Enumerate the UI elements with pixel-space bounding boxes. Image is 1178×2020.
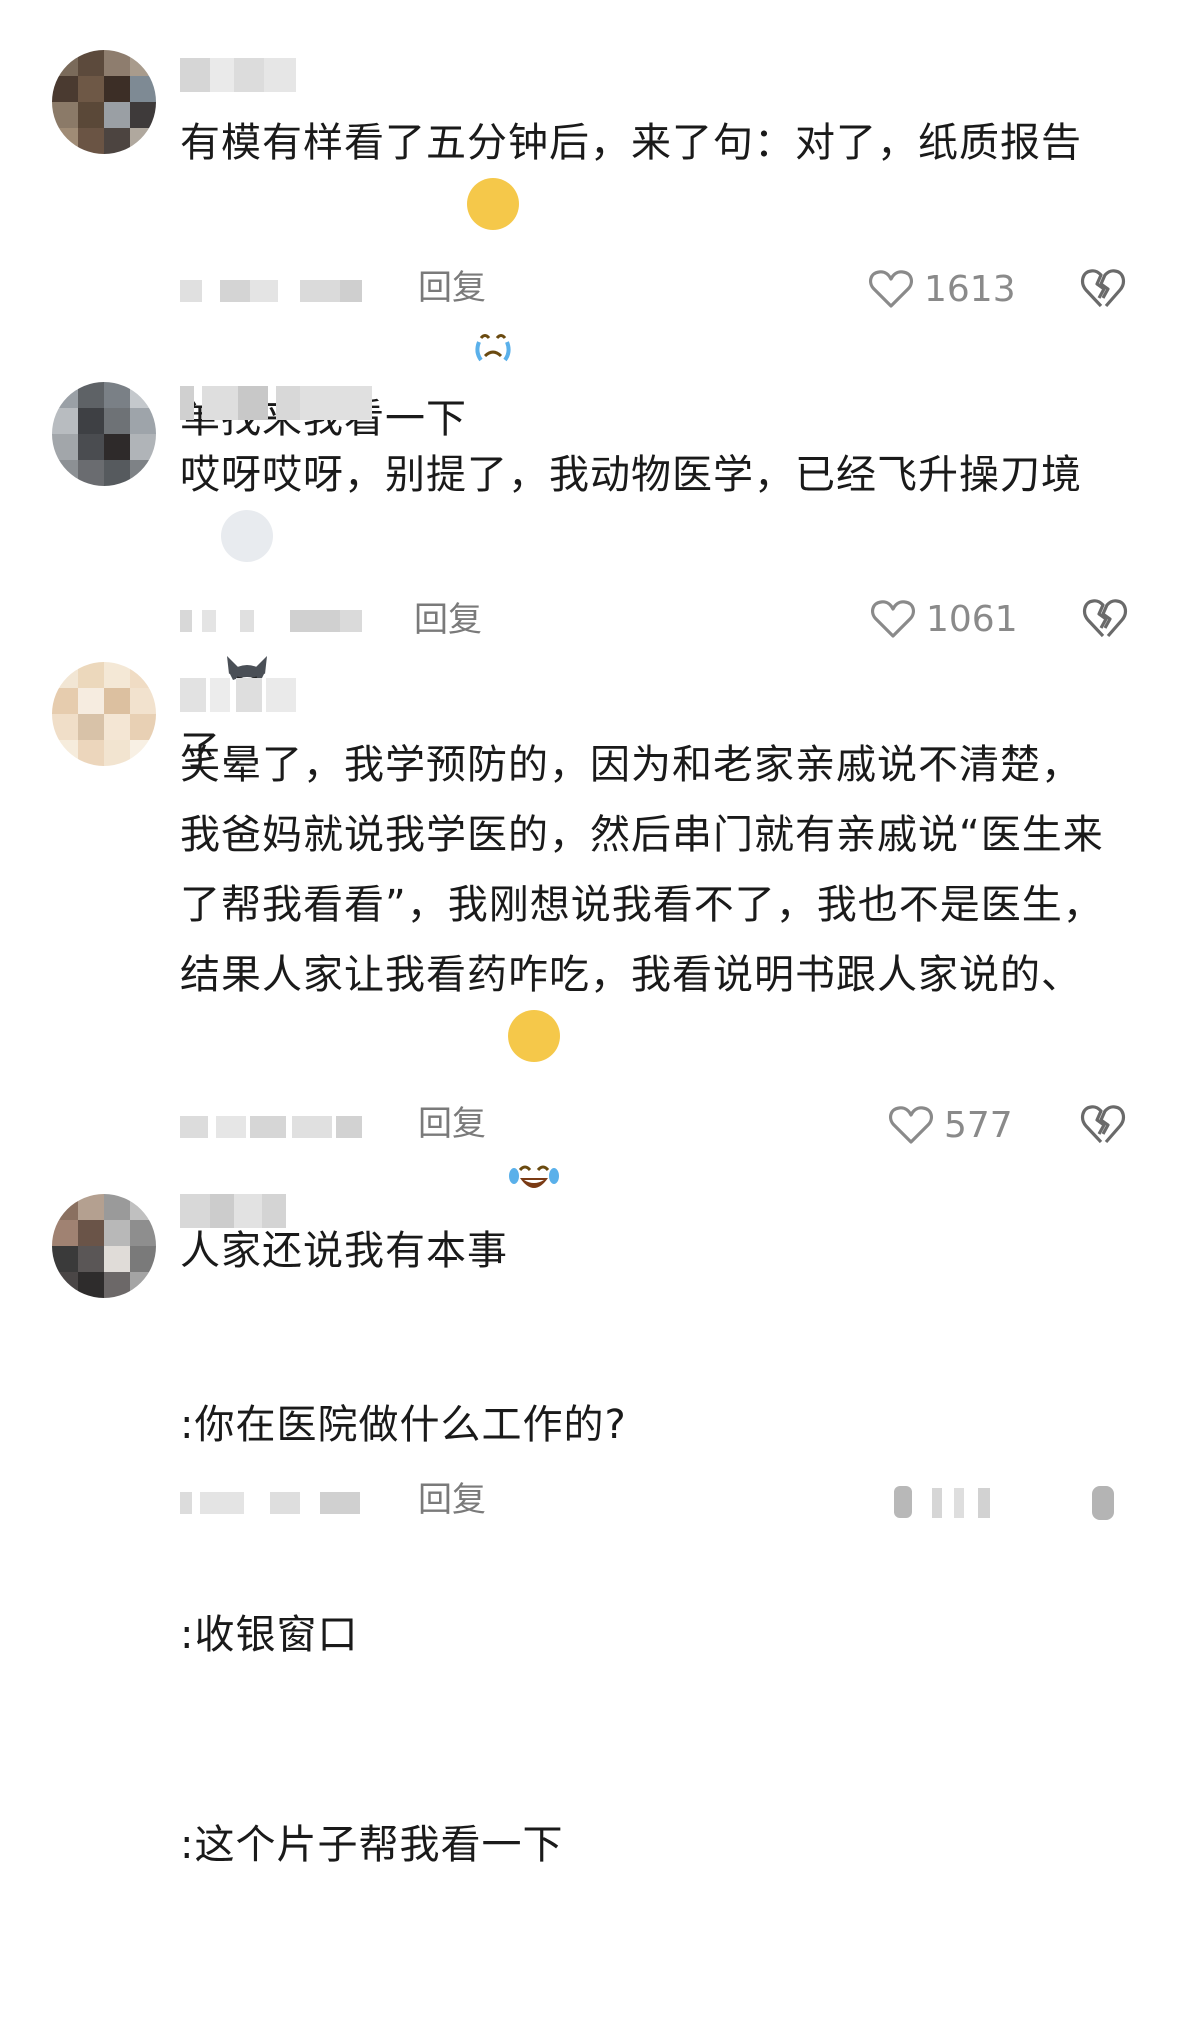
timestamp [180,280,380,302]
heart-icon [868,270,914,308]
crying-face-emoji [467,178,519,362]
dialogue-line: :收银窗口 [180,1612,359,1658]
comment-text: :你在医院做什么工作的? :收银窗口 :这个片子帮我看一下 [180,1250,1120,2020]
like-button[interactable]: 1061 [870,596,1018,642]
like-button[interactable]: 577 [888,1102,1013,1148]
username[interactable] [180,58,300,92]
dislike-button[interactable] [1082,596,1128,642]
comment-text: 笑晕了，我学预防的，因为和老家亲戚说不清楚，我爸妈就说我学医的，然后串门就有亲戚… [180,742,1104,1274]
dislike-button[interactable] [1080,266,1126,312]
timestamp [180,1116,380,1138]
like-button[interactable]: 1613 [868,266,1016,312]
reply-button[interactable]: 回复 [418,268,486,308]
like-count: 577 [944,1104,1013,1146]
dialogue-line: :你在医院做什么工作的? [180,1402,627,1448]
broken-heart-icon [1082,599,1128,638]
dislike-button[interactable] [1080,1102,1126,1148]
heart-icon [894,1486,990,1518]
broken-heart-icon [1080,269,1126,308]
username[interactable] [180,678,300,712]
broken-heart-icon [1092,1486,1114,1520]
avatar[interactable] [52,382,156,486]
timestamp [180,1492,380,1514]
timestamp [180,610,380,632]
reply-button[interactable]: 回复 [418,1104,486,1144]
heart-icon [870,600,916,638]
reply-button[interactable]: 回复 [414,600,482,640]
avatar[interactable] [52,50,156,154]
username[interactable] [180,386,376,420]
like-count: 1061 [926,598,1018,640]
husky-dog-emoji [221,510,273,697]
like-count: 1613 [924,268,1016,310]
username[interactable] [180,1194,290,1228]
dialogue-line: :这个片子帮我看一下 [180,1822,564,1868]
reply-button[interactable]: 回复 [418,1480,486,1520]
tears-of-joy-emoji [508,1010,560,1188]
dislike-button[interactable] [1080,1480,1126,1526]
heart-icon [888,1106,934,1144]
like-button[interactable] [890,1480,1020,1526]
avatar[interactable] [52,1194,156,1298]
broken-heart-icon [1080,1105,1126,1144]
avatar[interactable] [52,662,156,766]
